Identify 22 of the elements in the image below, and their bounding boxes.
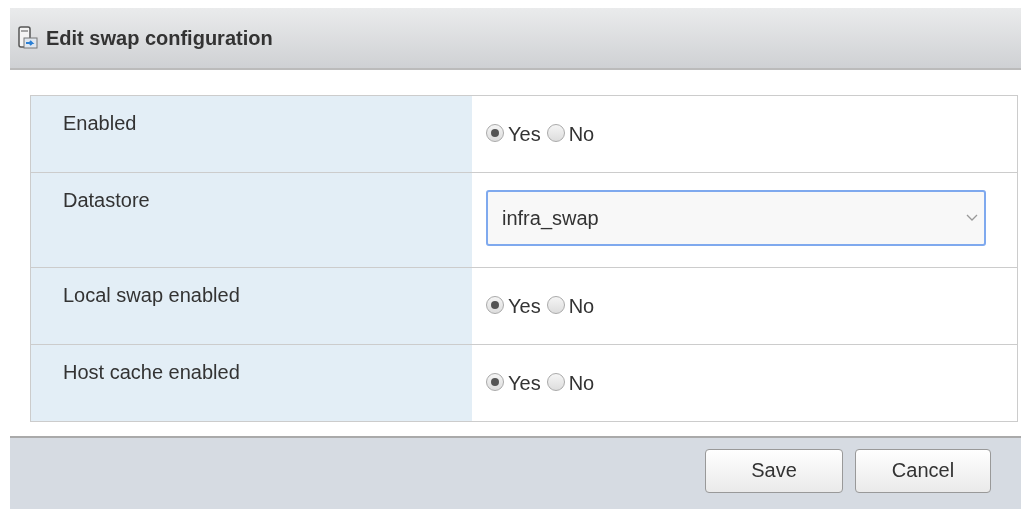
field-label: Datastore xyxy=(31,173,472,267)
chevron-down-icon xyxy=(966,214,978,222)
option-label: Yes xyxy=(508,122,541,146)
datastore-dropdown[interactable]: infra_swap xyxy=(486,190,986,246)
option-label: No xyxy=(568,294,595,318)
field-label: Local swap enabled xyxy=(31,268,472,344)
radio-button[interactable] xyxy=(546,373,565,391)
radio-button[interactable] xyxy=(486,124,504,142)
server-icon xyxy=(18,26,38,50)
option-label: Yes xyxy=(508,294,541,318)
radio-button[interactable] xyxy=(546,296,565,314)
radio-button[interactable] xyxy=(486,373,504,391)
option-label: No xyxy=(568,122,595,146)
option-label: Yes xyxy=(508,371,541,395)
radio-button[interactable] xyxy=(486,296,504,314)
save-button[interactable]: Save xyxy=(705,448,843,493)
radio-button[interactable] xyxy=(546,124,565,142)
cancel-button[interactable]: Cancel xyxy=(855,448,991,493)
field-label: Enabled xyxy=(31,96,472,172)
field-label: Host cache enabled xyxy=(31,345,472,421)
option-label: No xyxy=(568,371,595,395)
dialog-title: Edit swap configuration xyxy=(46,26,273,50)
